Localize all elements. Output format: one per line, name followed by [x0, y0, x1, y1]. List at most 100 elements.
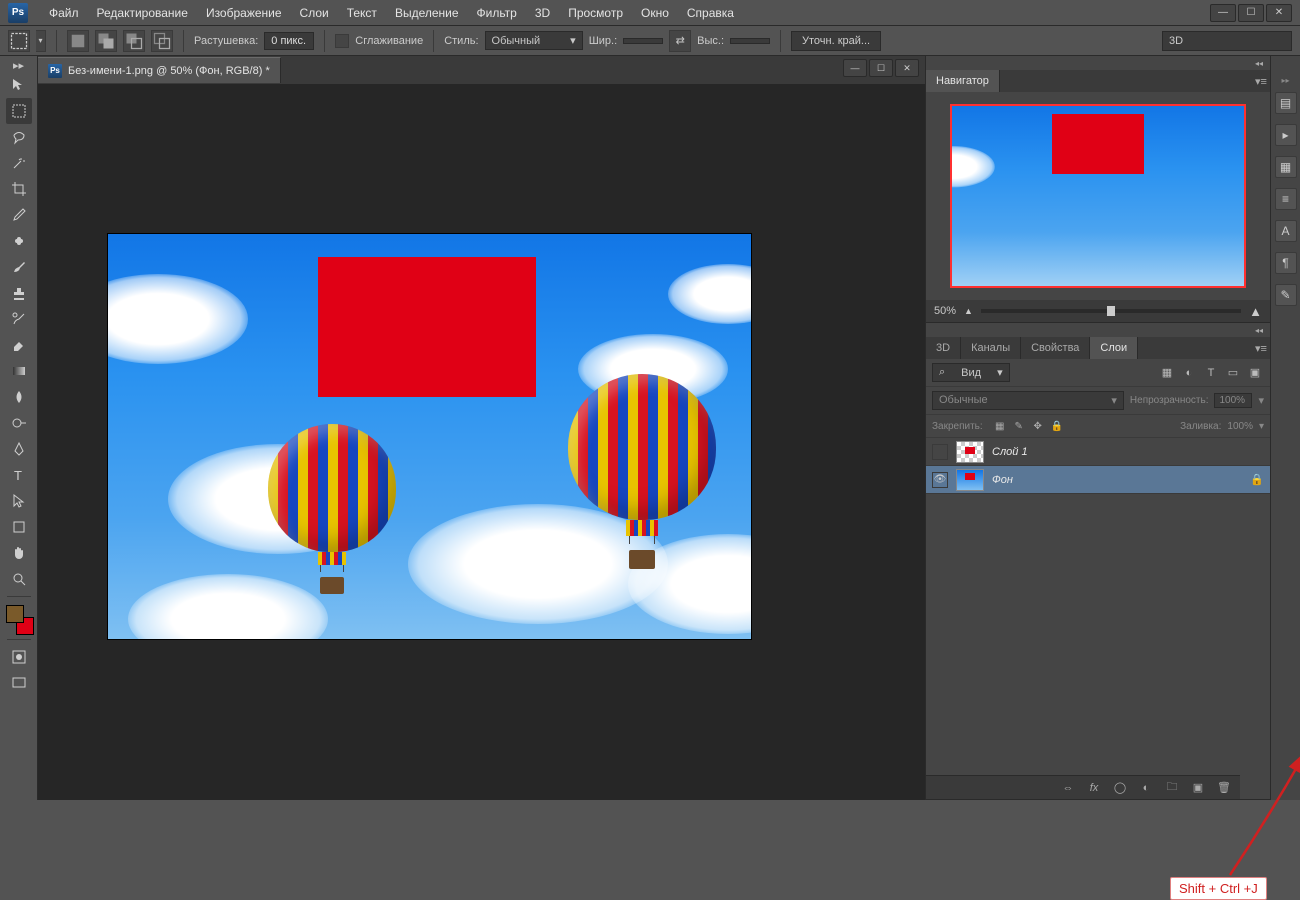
menu-view[interactable]: Просмотр: [559, 1, 632, 25]
dock-char-icon[interactable]: A: [1275, 220, 1297, 242]
toolbox-grip-icon[interactable]: ▸▸: [4, 60, 34, 70]
eraser-tool-icon[interactable]: [6, 332, 32, 358]
dock-brush-icon[interactable]: ✎: [1275, 284, 1297, 306]
panel-menu-icon[interactable]: ▾≡: [1252, 75, 1270, 88]
feather-input[interactable]: 0 пикс.: [264, 32, 314, 50]
antialias-checkbox[interactable]: [335, 34, 349, 48]
trash-icon[interactable]: 🗑: [1216, 780, 1232, 796]
crop-tool-icon[interactable]: [6, 176, 32, 202]
filter-type-icon[interactable]: T: [1202, 364, 1220, 382]
filter-adjust-icon[interactable]: ◐: [1180, 364, 1198, 382]
marquee-tool-icon[interactable]: [6, 98, 32, 124]
pen-tool-icon[interactable]: [6, 436, 32, 462]
navigator-tab[interactable]: Навигатор: [926, 70, 1000, 92]
stamp-tool-icon[interactable]: [6, 280, 32, 306]
zoom-out-icon[interactable]: ▲: [964, 306, 973, 316]
navigator-thumbnail[interactable]: [950, 104, 1246, 288]
tool-preset-dropdown[interactable]: ▾: [36, 30, 46, 52]
opacity-input[interactable]: 100%: [1214, 393, 1252, 408]
window-close-icon[interactable]: ✕: [1266, 4, 1292, 22]
heal-tool-icon[interactable]: [6, 228, 32, 254]
zoom-in-icon[interactable]: ▲: [1249, 304, 1262, 319]
fill-input[interactable]: 100%: [1227, 421, 1253, 432]
layer-thumbnail[interactable]: [956, 441, 984, 463]
blur-tool-icon[interactable]: [6, 384, 32, 410]
lasso-tool-icon[interactable]: [6, 124, 32, 150]
current-tool-icon[interactable]: [8, 30, 30, 52]
foreground-color-swatch[interactable]: [6, 605, 24, 623]
menu-image[interactable]: Изображение: [197, 1, 291, 25]
subtract-selection-icon[interactable]: [123, 30, 145, 52]
intersect-selection-icon[interactable]: [151, 30, 173, 52]
zoom-slider[interactable]: [981, 309, 1241, 313]
adjustment-icon[interactable]: ◐: [1138, 780, 1154, 796]
new-layer-icon[interactable]: ▣: [1190, 780, 1206, 796]
menu-text[interactable]: Текст: [338, 1, 386, 25]
layer-name[interactable]: Фон: [992, 474, 1013, 486]
wand-tool-icon[interactable]: [6, 150, 32, 176]
collapse-panels-icon[interactable]: ◂◂: [1248, 326, 1270, 335]
eyedropper-tool-icon[interactable]: [6, 202, 32, 228]
menu-filter[interactable]: Фильтр: [468, 1, 526, 25]
dock-actions-icon[interactable]: ▸: [1275, 124, 1297, 146]
layer-row[interactable]: 👁 Фон 🔒: [926, 466, 1270, 494]
tab-layers[interactable]: Слои: [1090, 337, 1138, 359]
visibility-toggle[interactable]: 👁: [932, 472, 948, 488]
tab-3d[interactable]: 3D: [926, 337, 961, 359]
quickmask-icon[interactable]: [6, 644, 32, 670]
history-brush-tool-icon[interactable]: [6, 306, 32, 332]
filter-pixel-icon[interactable]: ▦: [1158, 364, 1176, 382]
filter-shape-icon[interactable]: ▭: [1224, 364, 1242, 382]
shape-tool-icon[interactable]: [6, 514, 32, 540]
window-maximize-icon[interactable]: ☐: [1238, 4, 1264, 22]
menu-select[interactable]: Выделение: [386, 1, 468, 25]
brush-tool-icon[interactable]: [6, 254, 32, 280]
add-selection-icon[interactable]: [95, 30, 117, 52]
doc-maximize-icon[interactable]: ☐: [869, 59, 893, 77]
style-dropdown[interactable]: Обычный▾: [485, 31, 583, 50]
type-tool-icon[interactable]: T: [6, 462, 32, 488]
zoom-tool-icon[interactable]: [6, 566, 32, 592]
link-layers-icon[interactable]: ⇔: [1060, 780, 1076, 796]
layers-panel-menu-icon[interactable]: ▾≡: [1252, 342, 1270, 355]
dock-swatches-icon[interactable]: ▦: [1275, 156, 1297, 178]
dock-para-icon[interactable]: ¶: [1275, 252, 1297, 274]
layer-name[interactable]: Слой 1: [992, 446, 1028, 458]
filter-smart-icon[interactable]: ▣: [1246, 364, 1264, 382]
dock-styles-icon[interactable]: ≡: [1275, 188, 1297, 210]
lock-position-icon[interactable]: ✥: [1031, 419, 1045, 433]
blend-mode-dropdown[interactable]: Обычные▾: [932, 391, 1124, 410]
screenmode-icon[interactable]: [6, 670, 32, 696]
menu-3d[interactable]: 3D: [526, 1, 559, 25]
move-tool-icon[interactable]: [6, 72, 32, 98]
group-icon[interactable]: 🗀: [1164, 780, 1180, 796]
menu-window[interactable]: Окно: [632, 1, 678, 25]
layer-row[interactable]: Слой 1: [926, 438, 1270, 466]
gradient-tool-icon[interactable]: [6, 358, 32, 384]
hand-tool-icon[interactable]: [6, 540, 32, 566]
menu-file[interactable]: Файл: [40, 1, 88, 25]
new-selection-icon[interactable]: [67, 30, 89, 52]
dodge-tool-icon[interactable]: [6, 410, 32, 436]
color-swatches[interactable]: [4, 605, 34, 635]
path-select-tool-icon[interactable]: [6, 488, 32, 514]
window-minimize-icon[interactable]: —: [1210, 4, 1236, 22]
layer-kind-dropdown[interactable]: ⌕ Вид▾: [932, 363, 1010, 382]
lock-pixels-icon[interactable]: ✎: [1012, 419, 1026, 433]
workspace-switcher[interactable]: 3D: [1162, 31, 1292, 51]
menu-help[interactable]: Справка: [678, 1, 743, 25]
menu-layers[interactable]: Слои: [291, 1, 338, 25]
collapse-panels-icon[interactable]: ◂◂: [1248, 59, 1270, 68]
tab-properties[interactable]: Свойства: [1021, 337, 1090, 359]
fx-icon[interactable]: fx: [1086, 780, 1102, 796]
canvas[interactable]: [108, 234, 751, 639]
refine-edge-button[interactable]: Уточн. край...: [791, 31, 881, 51]
document-tab[interactable]: Ps Без-имени-1.png @ 50% (Фон, RGB/8) *: [38, 57, 281, 83]
layer-thumbnail[interactable]: [956, 469, 984, 491]
mask-icon[interactable]: ◯: [1112, 780, 1128, 796]
dock-history-icon[interactable]: ▤: [1275, 92, 1297, 114]
canvas-viewport[interactable]: [108, 234, 751, 639]
lock-all-icon[interactable]: 🔒: [1050, 419, 1064, 433]
doc-close-icon[interactable]: ✕: [895, 59, 919, 77]
tab-channels[interactable]: Каналы: [961, 337, 1021, 359]
